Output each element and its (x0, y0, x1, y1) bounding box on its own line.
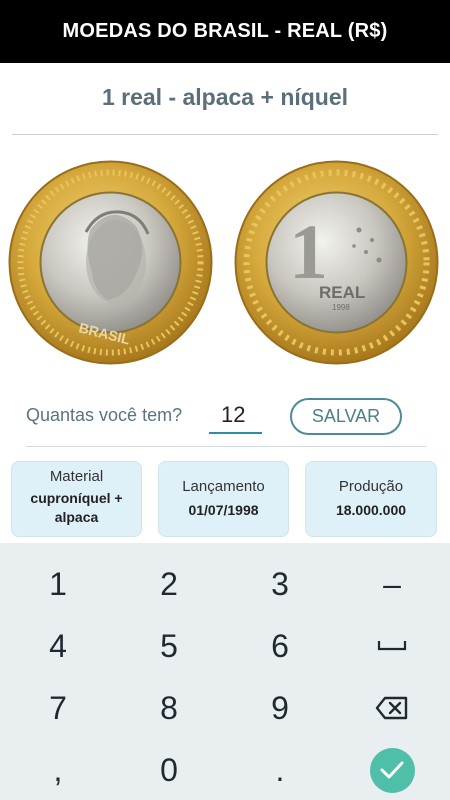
release-date-label: Lançamento (182, 478, 265, 495)
release-date-card: Lançamento 01/07/1998 (158, 461, 289, 537)
key-3[interactable]: 3 (224, 553, 336, 615)
key-minus[interactable]: – (336, 553, 448, 615)
numeric-keyboard: 1 2 3 – 4 5 6 7 8 9 , 0 . (0, 543, 450, 800)
quantity-input[interactable] (209, 398, 262, 434)
coin-reverse-image: 1 REAL 1998 (234, 160, 439, 365)
material-label: Material (49, 468, 104, 485)
production-card: Produção 18.000.000 (305, 461, 437, 537)
app-title: MOEDAS DO BRASIL - REAL (R$) (62, 20, 388, 42)
material-value: cuproníquel + alpaca (30, 490, 123, 525)
done-key[interactable] (336, 739, 448, 800)
key-6[interactable]: 6 (224, 615, 336, 677)
coin-title: 1 real - alpaca + níquel (101, 84, 349, 110)
key-8[interactable]: 8 (113, 677, 225, 739)
quantity-label: Quantas você tem? (26, 405, 183, 425)
key-1[interactable]: 1 (2, 553, 114, 615)
svg-text:1: 1 (289, 208, 328, 295)
divider (26, 446, 426, 447)
key-2[interactable]: 2 (113, 553, 225, 615)
key-9[interactable]: 9 (224, 677, 336, 739)
svg-text:1998: 1998 (332, 303, 350, 312)
key-0[interactable]: 0 (113, 739, 225, 800)
done-button[interactable] (369, 747, 415, 793)
app-bar: MOEDAS DO BRASIL - REAL (R$) (0, 0, 450, 63)
key-5[interactable]: 5 (113, 615, 225, 677)
space-key[interactable] (336, 615, 448, 677)
coin-obverse-image: BRASIL (8, 160, 213, 365)
divider (12, 134, 438, 135)
svg-text:REAL: REAL (319, 283, 365, 302)
backspace-key[interactable] (336, 677, 448, 739)
key-4[interactable]: 4 (2, 615, 114, 677)
save-button[interactable]: SALVAR (290, 398, 402, 435)
production-label: Produção (338, 478, 404, 495)
release-date-value: 01/07/1998 (188, 502, 259, 518)
checkmark-icon (380, 761, 404, 779)
material-card: Material cuproníquel + alpaca (11, 461, 142, 537)
backspace-icon (375, 696, 408, 720)
production-value: 18.000.000 (335, 502, 407, 518)
key-7[interactable]: 7 (2, 677, 114, 739)
key-period[interactable]: . (224, 739, 336, 800)
space-bar-icon (377, 641, 407, 651)
key-comma[interactable]: , (2, 739, 114, 800)
